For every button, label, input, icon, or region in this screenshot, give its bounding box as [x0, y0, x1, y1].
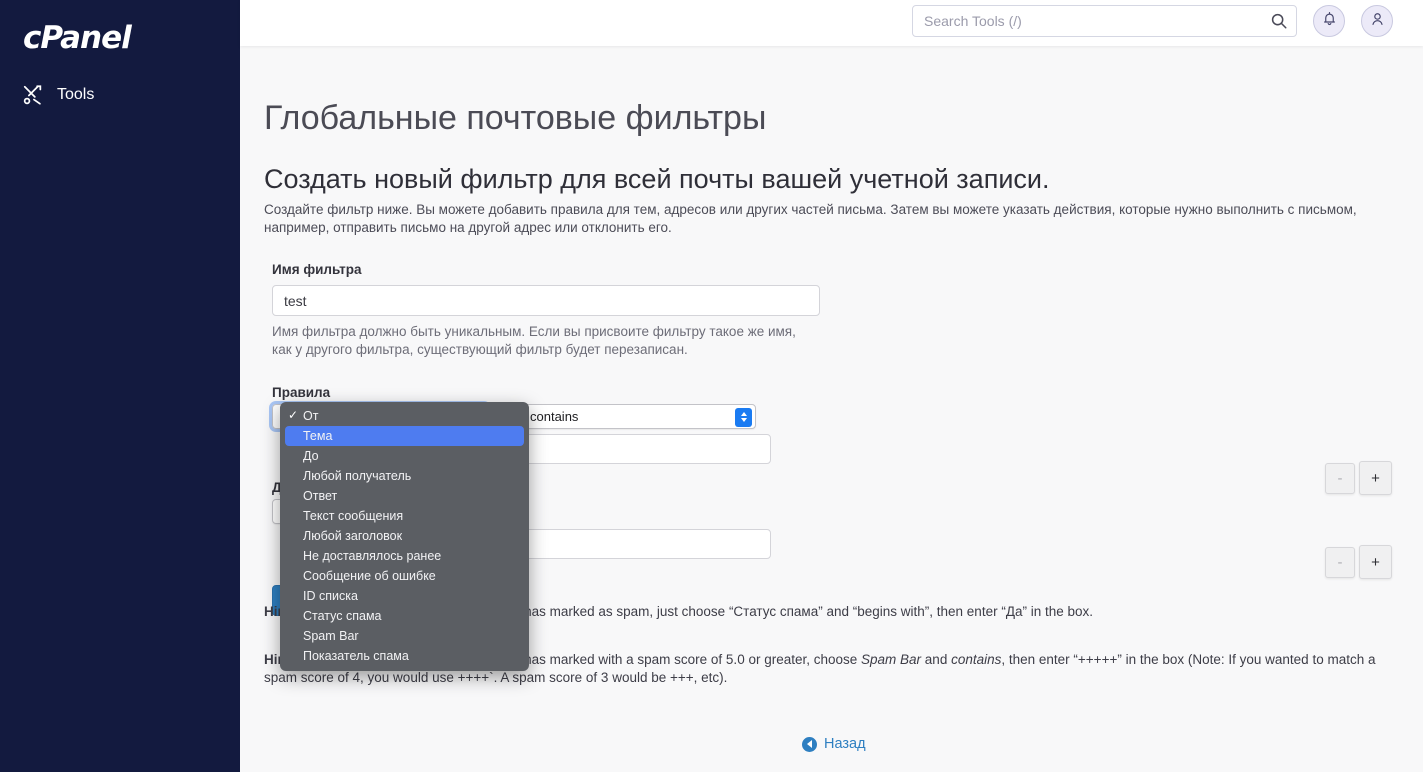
rule-operator-select[interactable]: contains	[521, 404, 756, 429]
dropdown-option[interactable]: ID списка	[280, 586, 529, 606]
cpanel-logo[interactable]: cPanel	[23, 20, 132, 56]
chevron-updown-icon	[735, 407, 752, 427]
dropdown-option-label: Статус спама	[303, 609, 382, 623]
hint-text-mid: has marked with a spam score of 5.0 or g…	[520, 652, 862, 667]
filter-name-help: Имя фильтра должно быть уникальным. Если…	[272, 324, 796, 357]
hint-text-mid2: and	[921, 652, 952, 667]
sidebar-item-label: Tools	[57, 86, 95, 103]
page-subtitle: Создать новый фильтр для всей почты ваше…	[264, 164, 1050, 195]
search-input[interactable]	[912, 5, 1297, 37]
dropdown-option[interactable]: Любой заголовок	[280, 526, 529, 546]
dropdown-option-label: Сообщение об ошибке	[303, 569, 436, 583]
rule-operator-value: contains	[530, 409, 579, 424]
dropdown-option-label: До	[303, 449, 319, 463]
hint-emphasis-spam-bar: Spam Bar	[861, 652, 922, 667]
dropdown-option[interactable]: Ответ	[280, 486, 529, 506]
hint-emphasis-contains: contains	[951, 652, 1002, 667]
dropdown-option-label: Показатель спама	[303, 649, 409, 663]
account-button[interactable]	[1361, 5, 1393, 37]
sidebar-item-tools[interactable]: Tools	[22, 84, 94, 106]
dropdown-option[interactable]: Показатель спама	[280, 646, 529, 666]
action-value-input[interactable]	[521, 529, 771, 559]
dropdown-option-label: Ответ	[303, 489, 338, 503]
dropdown-option[interactable]: Текст сообщения	[280, 506, 529, 526]
dropdown-option-label: Текст сообщения	[303, 509, 404, 523]
page-title: Глобальные почтовые фильтры	[264, 98, 767, 137]
rules-label: Правила	[272, 385, 331, 400]
rule-value-input[interactable]	[521, 434, 771, 464]
dropdown-option[interactable]: Любой получатель	[280, 466, 529, 486]
search-container	[912, 5, 1297, 37]
page-description: Создайте фильтр ниже. Вы можете добавить…	[264, 201, 1357, 235]
notifications-button[interactable]	[1313, 5, 1345, 37]
remove-action-button[interactable]: -	[1325, 547, 1355, 578]
top-header	[240, 0, 1423, 46]
remove-rule-button[interactable]: -	[1325, 463, 1355, 494]
back-label: Назад	[824, 736, 866, 752]
rule-type-dropdown-menu[interactable]: От Тема До Любой получатель Ответ Текст сообщ…	[280, 402, 529, 671]
dropdown-option-label: Тема	[303, 429, 333, 443]
dropdown-option-label: Не доставлялось ранее	[303, 549, 442, 563]
dropdown-option[interactable]: Тема	[285, 426, 524, 446]
filter-name-label: Имя фильтра	[272, 262, 362, 277]
sidebar: cPanel Tools	[0, 0, 240, 772]
dropdown-option[interactable]: До	[280, 446, 529, 466]
tools-icon	[22, 84, 44, 106]
dropdown-option-label: Любой заголовок	[303, 529, 403, 543]
dropdown-option-label: От	[303, 409, 319, 423]
dropdown-option[interactable]: От	[280, 406, 529, 426]
dropdown-option[interactable]: Сообщение об ошибке	[280, 566, 529, 586]
back-link[interactable]: Назад	[802, 736, 866, 752]
dropdown-option-label: Любой получатель	[303, 469, 412, 483]
dropdown-option-label: Spam Bar	[303, 629, 359, 643]
user-icon	[1370, 11, 1385, 32]
add-action-button[interactable]: +	[1359, 545, 1392, 579]
arrow-left-circle-icon	[802, 736, 817, 752]
hint-text-after: has marked as spam, just choose “Статус …	[520, 604, 1094, 619]
dropdown-option-label: ID списка	[303, 589, 358, 603]
add-rule-button[interactable]: +	[1359, 461, 1392, 495]
dropdown-option[interactable]: Не доставлялось ранее	[280, 546, 529, 566]
dropdown-option[interactable]: Статус спама	[280, 606, 529, 626]
bell-icon	[1322, 11, 1337, 32]
filter-name-input[interactable]	[272, 285, 820, 316]
cpanel-app: cPanel Tools Search Tools (/) Глобальные…	[0, 0, 1423, 772]
dropdown-option[interactable]: Spam Bar	[280, 626, 529, 646]
